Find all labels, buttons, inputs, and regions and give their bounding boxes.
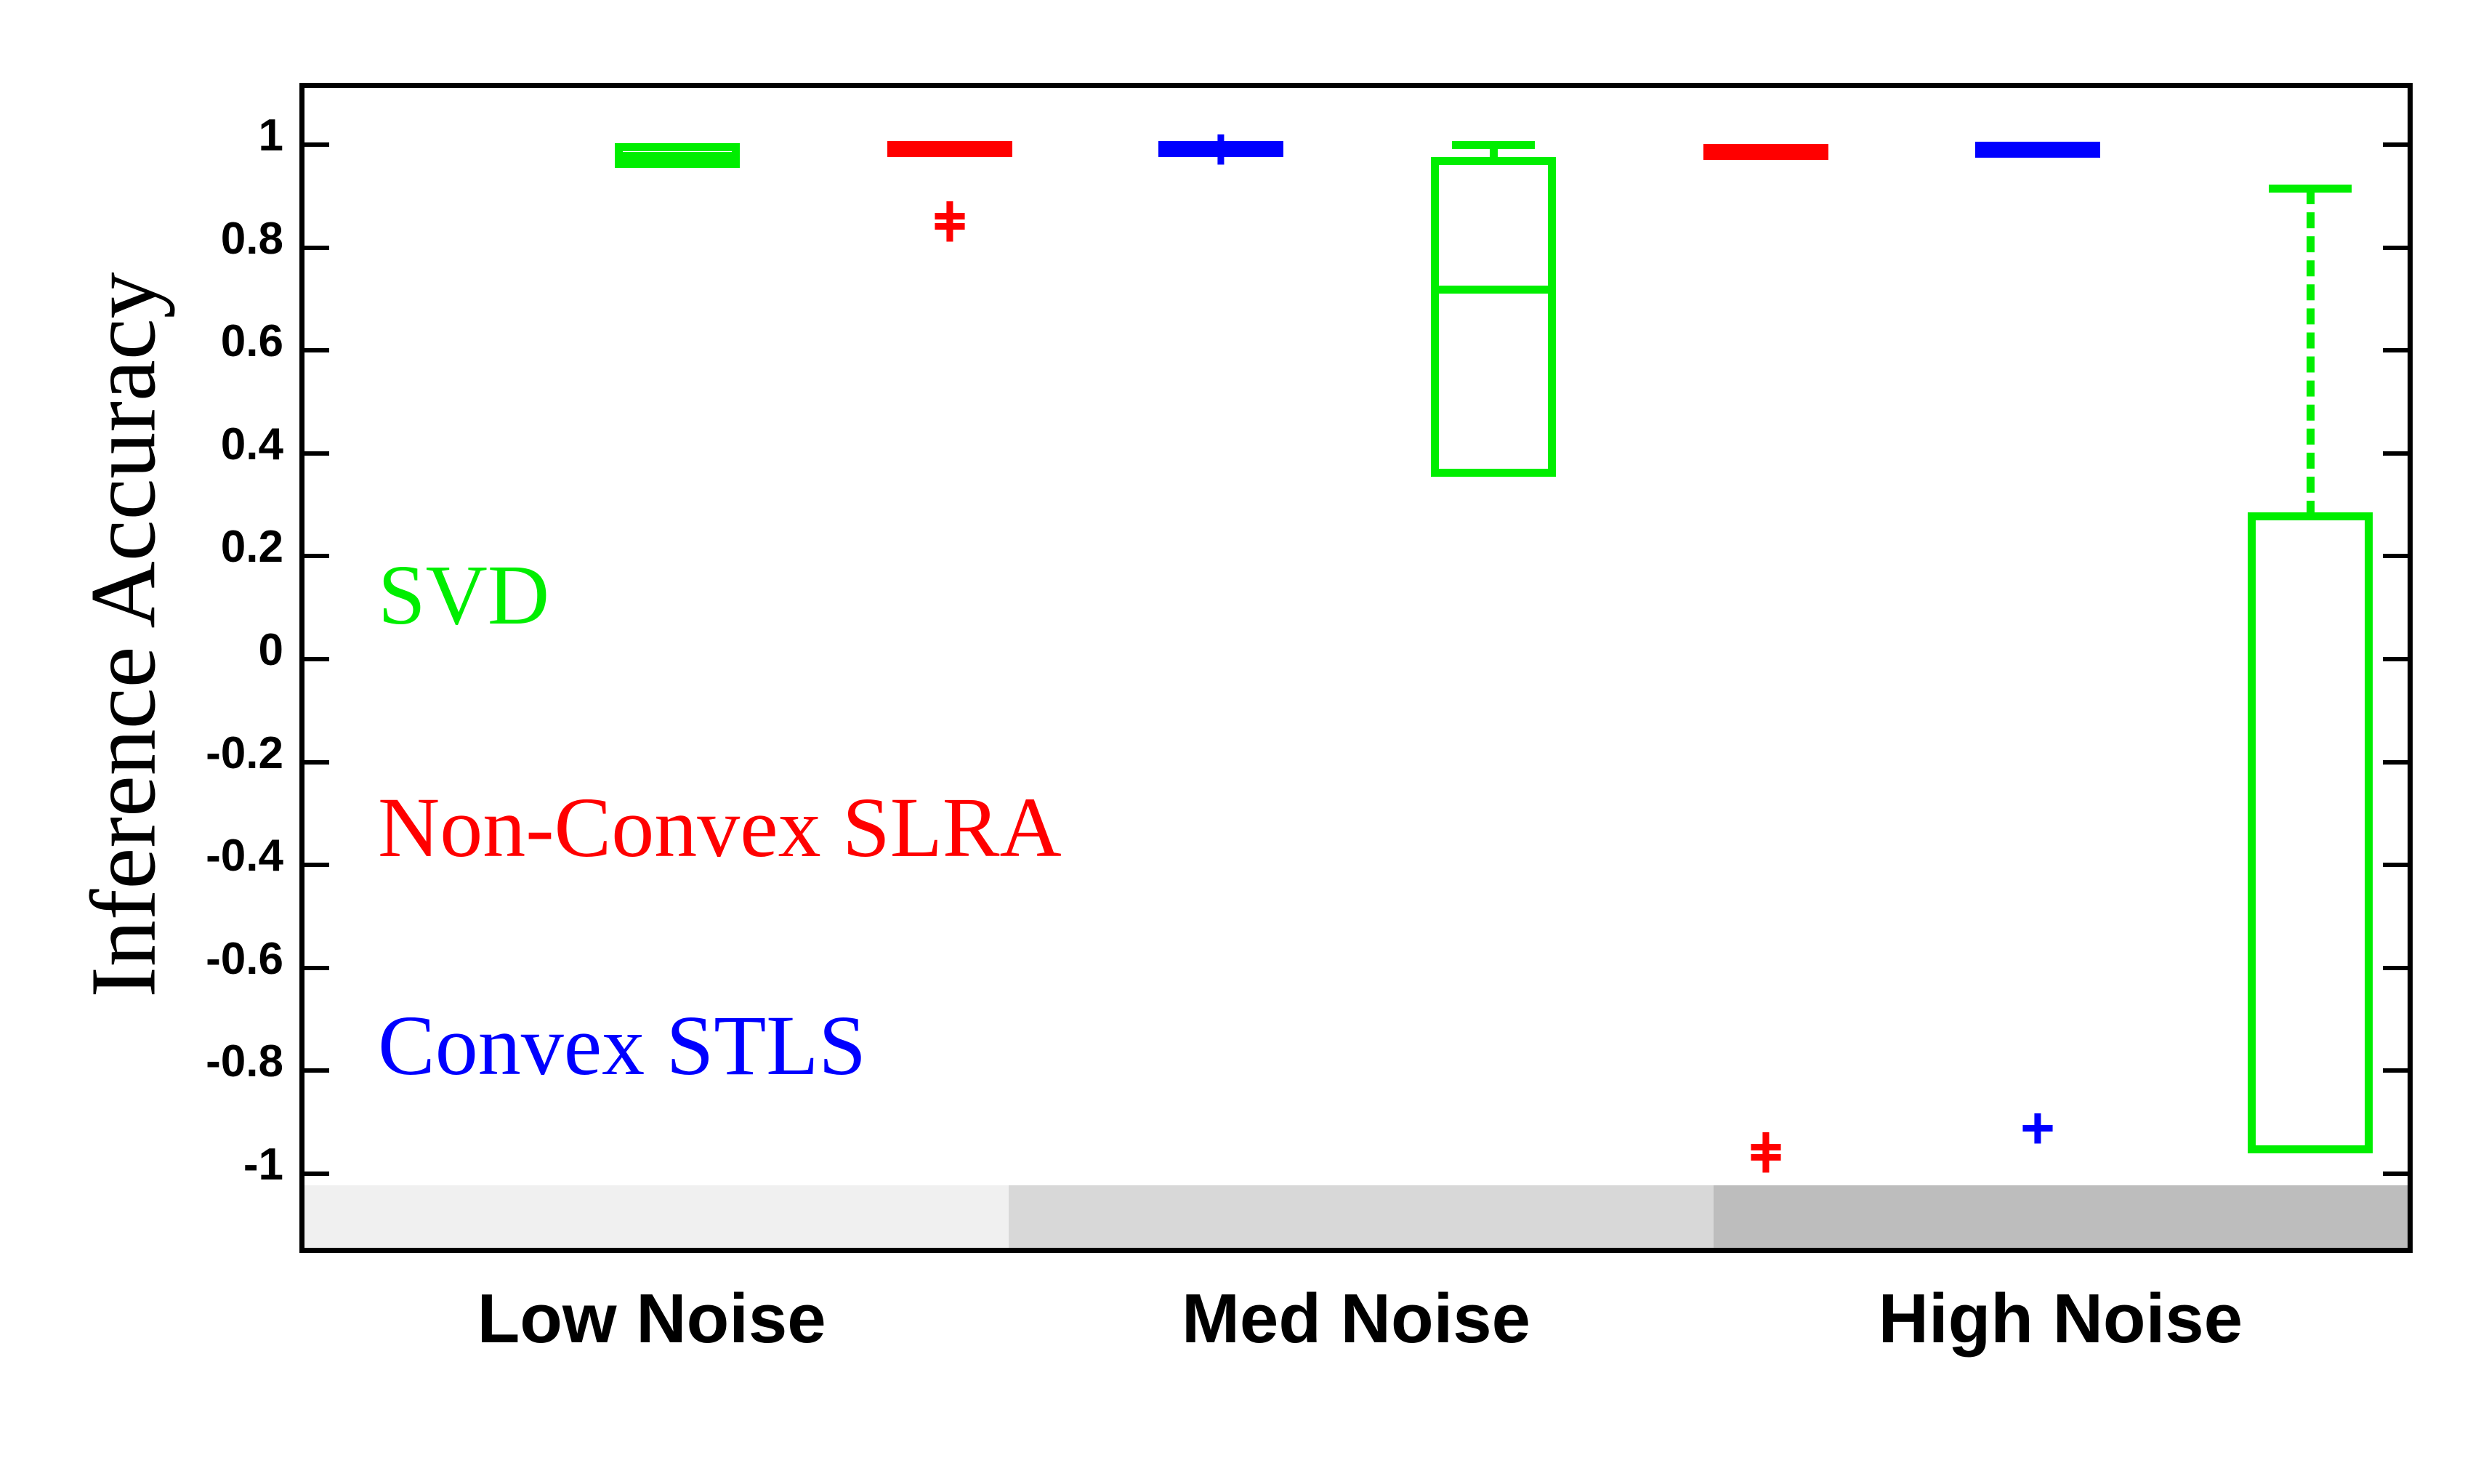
y-tick-mark-right (2383, 451, 2408, 456)
y-tick-mark (304, 657, 329, 661)
y-tick-mark (304, 863, 329, 868)
y-tick-mark (304, 245, 329, 250)
y-tick-mark-right (2383, 759, 2408, 765)
y-tick-mark-right (2383, 142, 2408, 147)
y-tick-mark-right (2383, 863, 2408, 868)
y-tick-label: 1 (258, 110, 283, 161)
y-tick-mark (304, 1068, 329, 1073)
y-tick-mark-right (2383, 554, 2408, 559)
y-tick-mark (304, 965, 329, 970)
legend-entry-svd: SVD (378, 547, 550, 642)
y-tick-mark-right (2383, 965, 2408, 970)
y-axis-title: Inference Accuracy (71, 272, 175, 998)
x-group-label-high-noise: High Noise (1878, 1280, 2243, 1358)
y-tick-mark (304, 451, 329, 456)
y-tick-label: -0.4 (206, 831, 283, 882)
boxplot-figure: Inference Accuracy 1 0.8 0.6 0.4 0.2 0 -0.2 -0.… (0, 0, 2465, 1484)
y-tick-label: -0.8 (206, 1036, 283, 1087)
y-tick-label: -1 (243, 1140, 283, 1190)
y-tick-mark (304, 142, 329, 147)
y-tick-mark (304, 348, 329, 353)
legend-entry-convex-stls: Convex STLS (378, 998, 866, 1093)
y-tick-mark-right (2383, 245, 2408, 250)
x-group-label-low-noise: Low Noise (477, 1280, 826, 1358)
y-tick-label: 0.6 (220, 316, 283, 367)
y-tick-label: 0.8 (220, 213, 283, 264)
y-tick-mark (304, 1172, 329, 1176)
y-tick-mark-right (2383, 657, 2408, 661)
legend-entry-non-convex-slra: Non-Convex SLRA (378, 780, 1062, 875)
y-tick-label: 0 (258, 625, 283, 675)
y-tick-label: 0.2 (220, 522, 283, 573)
y-tick-mark-right (2383, 1068, 2408, 1073)
y-tick-mark (304, 554, 329, 559)
y-tick-label: 0.4 (220, 419, 283, 469)
y-tick-label: -0.2 (206, 727, 283, 778)
x-group-label-med-noise: Med Noise (1181, 1280, 1531, 1358)
y-tick-label: -0.6 (206, 933, 283, 984)
y-tick-mark (304, 759, 329, 765)
y-tick-mark-right (2383, 1172, 2408, 1176)
y-tick-mark-right (2383, 348, 2408, 353)
